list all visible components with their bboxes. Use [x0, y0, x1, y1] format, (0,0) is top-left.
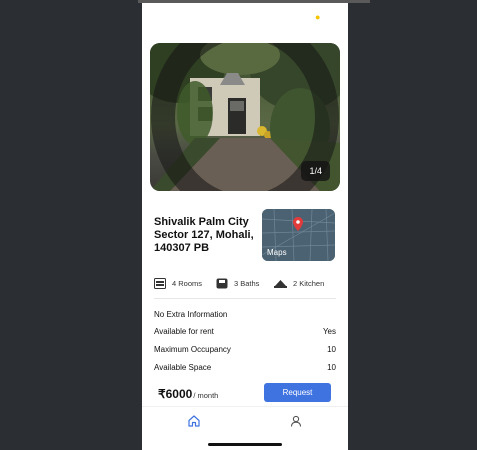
photo-counter: 1/4: [301, 161, 330, 181]
home-indicator: [208, 443, 282, 446]
section-divider: [154, 298, 336, 299]
detail-label: Available for rent: [154, 327, 214, 336]
listing-photo[interactable]: 1/4: [150, 43, 340, 191]
feature-kitchen: 2 Kitchen: [274, 278, 324, 288]
detail-row-occupancy: Maximum Occupancy 10: [154, 345, 336, 354]
price-unit: / month: [193, 391, 219, 400]
bottom-nav: [142, 406, 348, 437]
listing-title: Shivalik Palm City Sector 127, Mohali, 1…: [154, 216, 262, 255]
feature-kitchen-label: 2 Kitchen: [293, 278, 325, 288]
price: ₹6000 / month: [158, 387, 218, 401]
detail-value: Yes: [322, 327, 336, 336]
profile-icon[interactable]: [290, 415, 302, 427]
detail-value: 10: [327, 345, 336, 354]
detail-value: 10: [327, 363, 336, 372]
request-button[interactable]: Request: [264, 383, 331, 402]
bath-icon: [216, 278, 228, 289]
detail-row-space: Available Space 10: [154, 363, 336, 372]
map-label: Maps: [267, 248, 287, 257]
feature-rooms-label: 4 Rooms: [172, 279, 203, 288]
extra-info-text: No Extra Information: [154, 310, 228, 319]
feature-rooms: 4 Rooms: [154, 278, 202, 289]
home-icon[interactable]: [188, 415, 200, 427]
title-line-2: Sector 127, Mohali,: [154, 229, 254, 241]
bed-icon: [154, 278, 166, 289]
extra-info: No Extra Information: [154, 310, 336, 319]
title-line-1: Shivalik Palm City: [154, 216, 249, 228]
kitchen-icon: [274, 280, 287, 288]
feature-baths-label: 3 Baths: [234, 279, 260, 288]
map-thumbnail[interactable]: Maps: [262, 209, 335, 261]
detail-label: Maximum Occupancy: [154, 345, 231, 354]
feature-baths: 3 Baths: [216, 278, 259, 289]
phone-screen: ● 1/4 Shivalik Palm City Sector 127, Moh…: [142, 3, 348, 450]
map-pin-icon: [293, 217, 303, 231]
detail-label: Available Space: [154, 363, 212, 372]
status-indicator-icon: ●: [315, 12, 321, 22]
price-amount: ₹6000: [158, 387, 193, 401]
map-label-text: Maps: [267, 248, 287, 257]
title-line-3: 140307 PB: [154, 242, 210, 254]
detail-row-available: Available for rent Yes: [154, 327, 336, 336]
features-row: 4 Rooms 3 Baths 2 Kitchen: [154, 278, 338, 292]
